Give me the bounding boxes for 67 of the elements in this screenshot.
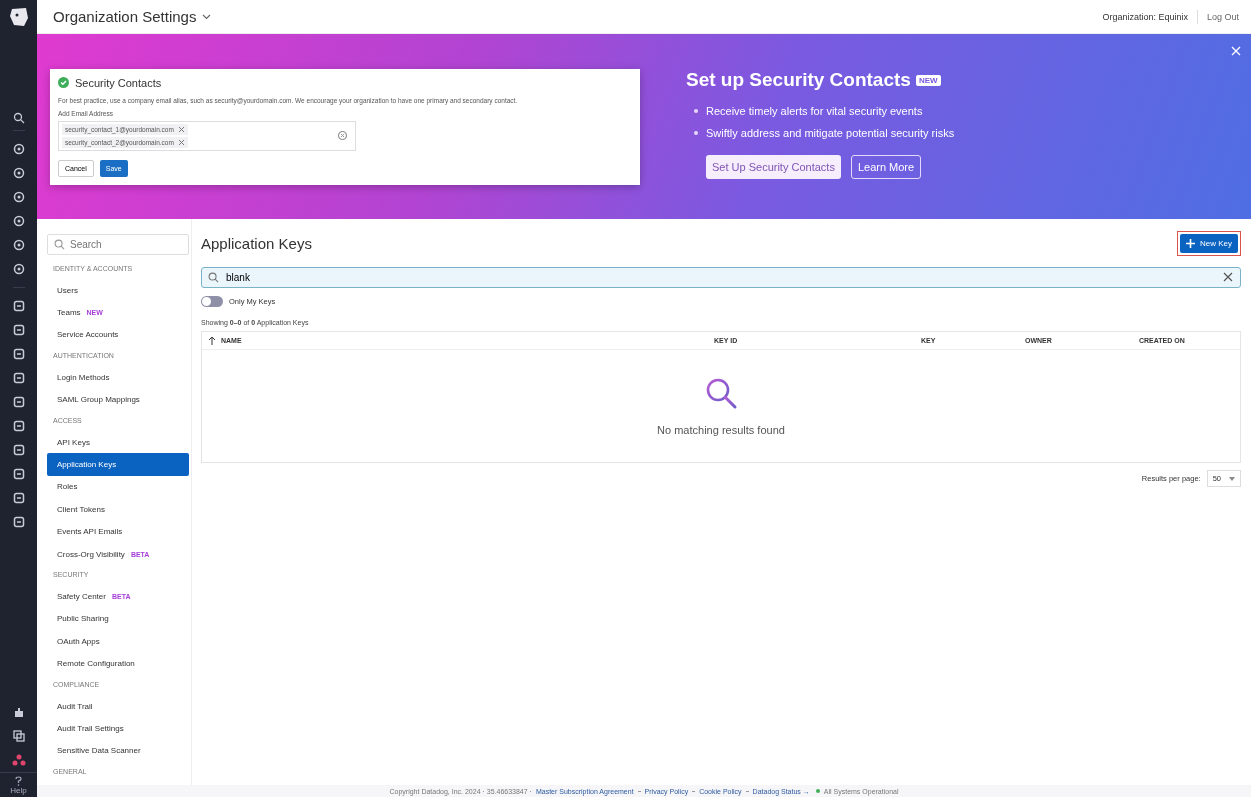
bullet-text: Receive timely alerts for vital security events — [706, 105, 923, 117]
search-icon[interactable] — [12, 112, 25, 124]
question-icon — [14, 776, 23, 786]
nav-icon[interactable] — [12, 420, 25, 432]
sidebar-item[interactable]: Remote Configuration — [47, 652, 189, 675]
sidebar-item[interactable]: SAML Group Mappings — [47, 388, 189, 411]
bullet-dot — [694, 109, 698, 113]
setup-button[interactable]: Set Up Security Contacts — [706, 155, 841, 179]
sidebar-item[interactable]: Roles — [47, 475, 189, 499]
sidebar-item[interactable]: Login Methods — [47, 366, 189, 389]
nav-icon[interactable] — [12, 516, 25, 528]
nav-icon[interactable] — [12, 444, 25, 456]
clear-icon[interactable] — [1223, 272, 1233, 282]
magnifier-icon — [704, 376, 738, 410]
sidebar-item[interactable]: Audit Trail Settings — [47, 717, 189, 740]
new-key-button[interactable]: New Key — [1180, 233, 1238, 253]
search-field[interactable]: Search — [47, 234, 189, 255]
sidebar-item[interactable]: API Keys — [47, 430, 189, 454]
nav-icon[interactable] — [12, 324, 25, 336]
sidebar-item[interactable]: Service Accounts — [47, 323, 189, 347]
card-title: Security Contacts — [75, 76, 162, 89]
toggle-switch[interactable] — [201, 296, 223, 307]
sort-arrow-icon — [208, 336, 216, 345]
nav-icon[interactable] — [12, 300, 25, 312]
remove-icon[interactable] — [177, 125, 185, 133]
sidebar-item[interactable]: Users — [47, 279, 189, 302]
check-circle-icon — [58, 77, 69, 88]
empty-message: No matching results found — [657, 424, 785, 436]
clear-icon[interactable] — [338, 131, 347, 140]
new-badge: NEW — [915, 74, 941, 86]
bullet-text: Swiftly address and mitigate potential security risks — [706, 127, 955, 139]
nav-icon[interactable] — [12, 215, 25, 227]
nav-icon[interactable] — [12, 239, 25, 251]
sidebar-item[interactable]: Application Keys — [47, 453, 189, 476]
sidebar-item[interactable]: Events API Emails — [47, 520, 189, 543]
team-icon[interactable] — [11, 754, 26, 766]
learn-more-button[interactable]: Learn More — [850, 155, 922, 179]
chevron-icon — [202, 13, 212, 20]
caret-icon — [1229, 476, 1235, 481]
logout-link[interactable]: Log Out — [1206, 11, 1239, 22]
organization-name[interactable]: Organization: Equinix — [1102, 11, 1188, 22]
bullet-dot — [694, 131, 698, 135]
page-heading: Application Keys — [201, 234, 312, 252]
nav-icon[interactable] — [12, 372, 25, 384]
copy-icon[interactable] — [12, 730, 25, 742]
sidebar-item[interactable]: Public Sharing — [47, 607, 189, 631]
nav-icon[interactable] — [12, 167, 25, 179]
nav-icon[interactable] — [12, 348, 25, 360]
sidebar-item[interactable]: Audit Trail — [47, 694, 189, 718]
banner-title: Set up Security Contacts — [686, 69, 911, 91]
sidebar-item[interactable]: OAuth Apps — [47, 630, 189, 653]
search-icon — [54, 239, 65, 250]
plus-icon — [1186, 238, 1195, 248]
sidebar-item[interactable]: Sensitive Data Scanner — [47, 739, 189, 763]
nav-icon[interactable] — [12, 492, 25, 504]
nav-icon[interactable] — [12, 396, 25, 408]
status-dot — [815, 789, 820, 793]
nav-icon[interactable] — [12, 143, 25, 155]
search-icon — [208, 272, 219, 283]
nav-icon[interactable] — [12, 263, 25, 275]
nav-icon[interactable] — [12, 191, 25, 203]
page-title-dropdown[interactable]: Organization Settings — [53, 8, 212, 25]
nav-icon[interactable] — [12, 468, 25, 480]
search-field[interactable]: blank — [201, 267, 1241, 288]
remove-icon[interactable] — [177, 138, 185, 146]
sidebar-item[interactable]: Client Tokens — [47, 498, 189, 521]
close-icon[interactable] — [1231, 46, 1241, 56]
